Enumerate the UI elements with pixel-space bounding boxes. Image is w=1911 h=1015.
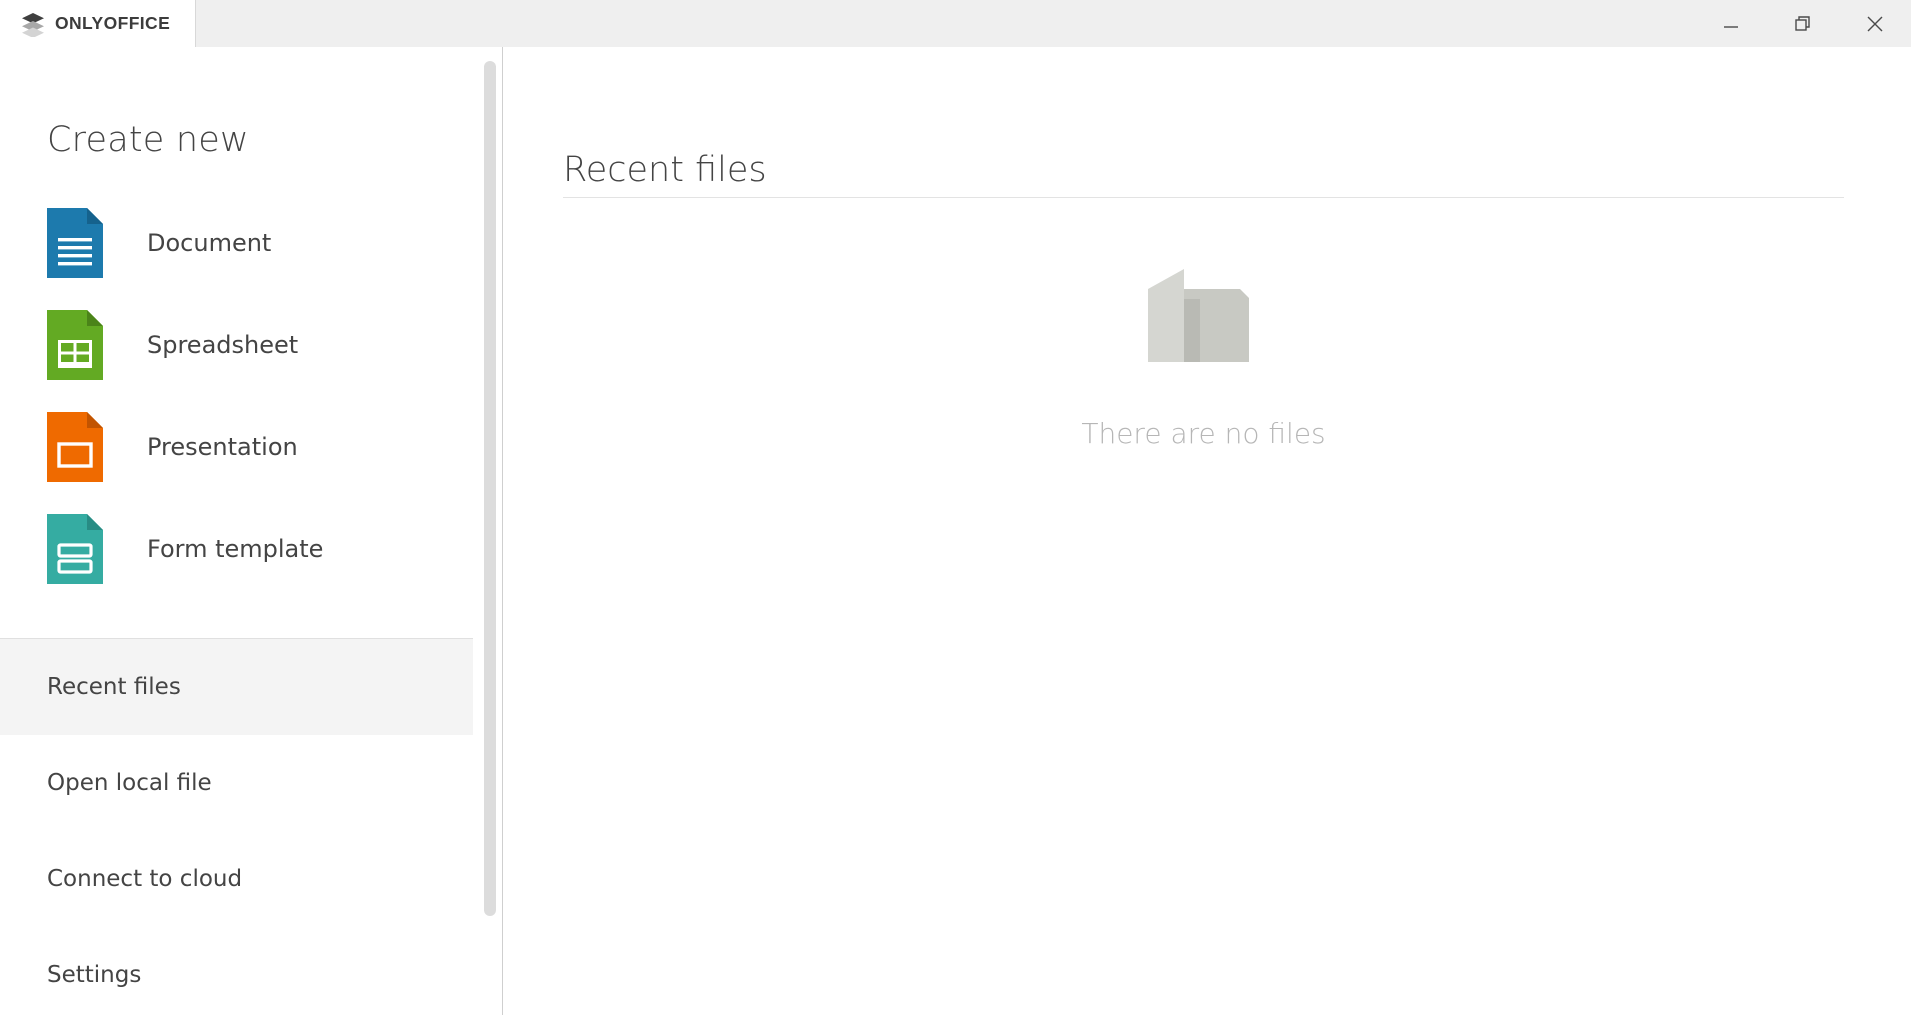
create-item-label: Document — [147, 229, 272, 257]
window-controls — [1695, 0, 1911, 47]
create-item-spreadsheet[interactable]: Spreadsheet — [0, 294, 473, 396]
sidebar-item-label: Settings — [47, 962, 142, 988]
empty-state-message: There are no files — [1081, 417, 1326, 450]
sidebar-content: Create new Document Spreadsheet Presenta… — [0, 47, 473, 1015]
sidebar-item-connect-to-cloud[interactable]: Connect to cloud — [0, 831, 473, 927]
titlebar: ONLYOFFICE — [0, 0, 1911, 47]
create-item-form-template[interactable]: Form template — [0, 498, 473, 600]
create-item-presentation[interactable]: Presentation — [0, 396, 473, 498]
create-item-label: Spreadsheet — [147, 331, 299, 359]
sidebar-item-label: Connect to cloud — [47, 866, 243, 892]
empty-folder-icon — [1147, 267, 1260, 391]
spreadsheet-file-icon — [47, 310, 103, 380]
titlebar-drag-region — [196, 0, 1695, 47]
minimize-button[interactable] — [1695, 0, 1767, 47]
create-new-list: Document Spreadsheet Presentation Form t… — [0, 192, 473, 600]
close-button[interactable] — [1839, 0, 1911, 47]
app-name-label: ONLYOFFICE — [55, 13, 171, 33]
create-new-heading: Create new — [47, 120, 249, 160]
create-item-label: Presentation — [147, 433, 298, 461]
document-file-icon — [47, 208, 103, 278]
restore-button[interactable] — [1767, 0, 1839, 47]
sidebar-item-recent-files[interactable]: Recent files — [0, 639, 473, 735]
sidebar-item-label: Open local file — [47, 770, 212, 796]
minimize-icon — [1724, 25, 1738, 28]
app-logo-tab[interactable]: ONLYOFFICE — [0, 0, 196, 47]
form-template-icon — [47, 514, 103, 584]
create-item-label: Form template — [147, 535, 324, 563]
main-body: Create new Document Spreadsheet Presenta… — [0, 47, 1911, 1015]
sidebar-nav: Recent files Open local file Connect to … — [0, 639, 473, 1015]
sidebar-scrollbar[interactable] — [484, 47, 496, 1015]
sidebar-item-settings[interactable]: Settings — [0, 927, 473, 1015]
sidebar-item-open-local-file[interactable]: Open local file — [0, 735, 473, 831]
create-new-section: Create new Document Spreadsheet Presenta… — [0, 47, 473, 639]
content-panel: Recent files There are no files — [503, 47, 1911, 1015]
sidebar-item-label: Recent files — [47, 674, 181, 700]
sidebar-scrollbar-thumb[interactable] — [484, 61, 496, 916]
restore-icon — [1795, 15, 1810, 31]
empty-state: There are no files — [563, 267, 1844, 450]
close-icon — [1867, 16, 1883, 31]
create-item-document[interactable]: Document — [0, 192, 473, 294]
title-divider — [563, 197, 1844, 198]
onlyoffice-layers-logo-icon — [20, 11, 46, 38]
presentation-file-icon — [47, 412, 103, 482]
page-title: Recent files — [563, 150, 767, 190]
sidebar: Create new Document Spreadsheet Presenta… — [0, 47, 503, 1015]
